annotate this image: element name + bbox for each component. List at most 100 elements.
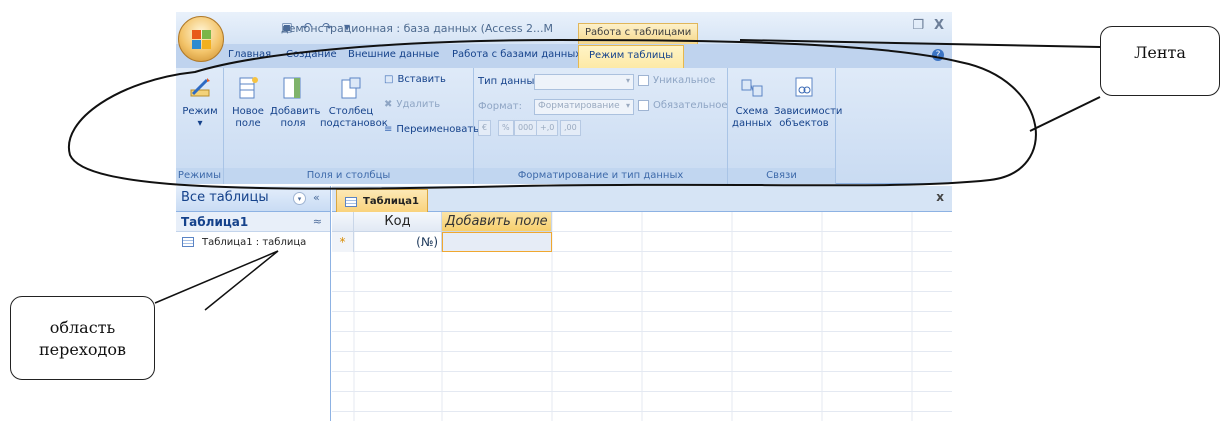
delete-button[interactable]: ✖ Удалить xyxy=(384,99,440,110)
title-bar: ▣ ↶ ↷ ▾ демонстрационная : база данных (… xyxy=(176,12,952,44)
chevron-down-icon: ▾ xyxy=(625,101,630,110)
group-views: Режим ▾ Режимы xyxy=(176,68,224,184)
rename-button[interactable]: ≡ Переименовать xyxy=(384,124,479,135)
table-icon xyxy=(345,196,357,207)
column-header-add-field[interactable]: Добавить поле xyxy=(442,212,552,232)
new-field-button[interactable]: Новое поле xyxy=(228,76,268,130)
nav-item-label: Таблица1 : таблица xyxy=(202,236,307,248)
group-fields-columns: Новое поле Добавить поля Столбец подстан… xyxy=(224,68,479,184)
nav-pane-callout: область переходов xyxy=(10,296,155,380)
cell-add-field[interactable] xyxy=(442,232,552,252)
add-fields-button[interactable]: Добавить поля xyxy=(270,76,321,130)
lookup-label-1: Столбец xyxy=(328,106,374,117)
navigation-pane: Все таблицы ▾ « Таблица1 ≈ Таблица1 : та… xyxy=(176,186,331,421)
dependencies-label-2: объектов xyxy=(779,118,829,129)
nav-group-collapse-icon: ≈ xyxy=(312,215,322,228)
schema-label-2: данных xyxy=(732,118,772,129)
delete-label: Удалить xyxy=(396,99,441,110)
new-field-label-2: поле xyxy=(235,118,261,129)
object-dependencies-button[interactable]: Зависимости объектов xyxy=(774,76,843,130)
insert-column-icon: □ xyxy=(384,74,394,85)
cell-code[interactable]: (№) xyxy=(354,232,442,252)
nav-menu-dropdown-icon[interactable]: ▾ xyxy=(293,192,306,205)
checkbox-box xyxy=(638,75,649,86)
tab-external-data[interactable]: Внешние данные xyxy=(348,49,439,60)
add-fields-label-1: Добавить xyxy=(270,106,321,117)
object-dependencies-icon xyxy=(793,76,815,100)
tab-datasheet[interactable]: Режим таблицы xyxy=(578,45,685,68)
office-logo-icon xyxy=(192,30,212,50)
view-button[interactable]: Режим ▾ xyxy=(180,76,220,130)
office-button[interactable] xyxy=(178,16,224,62)
insert-label: Вставить xyxy=(397,74,446,85)
ribbon: Режим ▾ Режимы Новое поле Добавить поля xyxy=(176,68,952,184)
chevron-down-icon: ▾ xyxy=(625,76,630,85)
group-relationships: Схема данных Зависимости объектов Связи xyxy=(728,68,843,184)
group-label-relationships: Связи xyxy=(728,168,835,184)
data-type-combo[interactable]: ▾ xyxy=(534,74,634,90)
group-label-views: Режимы xyxy=(176,168,223,184)
window-title: демонстрационная : база данных (Access 2… xyxy=(281,22,554,35)
ribbon-tabs: Главная Создание Внешние данные Работа с… xyxy=(176,44,952,68)
ribbon-pointer-line xyxy=(1029,96,1101,132)
ribbon-callout: Лента xyxy=(1100,26,1220,96)
required-checkbox[interactable]: Обязательное xyxy=(638,100,728,111)
tab-create[interactable]: Создание xyxy=(286,49,337,60)
group-label-formatting: Форматирование и тип данных xyxy=(474,168,727,184)
decrease-decimals-button[interactable]: ,00 xyxy=(560,120,581,136)
rename-label: Переименовать xyxy=(396,124,480,135)
new-record-marker[interactable]: * xyxy=(332,232,354,252)
group-label-fields-columns: Поля и столбцы xyxy=(224,168,473,184)
percent-format-button[interactable]: % xyxy=(498,120,514,136)
format-combo[interactable]: Форматирование ▾ xyxy=(534,99,634,115)
document-tab-table1[interactable]: Таблица1 xyxy=(336,189,429,213)
new-field-label-1: Новое xyxy=(232,106,264,117)
schema-label-1: Схема xyxy=(735,106,769,117)
view-design-icon xyxy=(189,76,211,100)
group-formatting: Тип данных: ▾ Формат: Форматирование ▾ Ун… xyxy=(474,68,728,184)
ribbon-callout-label: Лента xyxy=(1134,43,1186,62)
nav-callout-line-1: область xyxy=(49,318,116,337)
add-fields-icon xyxy=(282,76,304,100)
document-tabs: Таблица1 x xyxy=(332,186,952,213)
view-dropdown-icon: ▾ xyxy=(197,118,203,129)
delete-column-icon: ✖ xyxy=(384,99,393,110)
relationships-icon xyxy=(741,76,763,100)
row-selector-header[interactable] xyxy=(332,212,354,232)
restore-icon[interactable]: ❐ xyxy=(912,18,924,33)
increase-decimals-button[interactable]: +,0 xyxy=(536,120,559,136)
insert-button[interactable]: □ Вставить xyxy=(384,74,446,85)
lookup-column-icon xyxy=(340,76,362,100)
unique-label: Уникальное xyxy=(653,75,716,86)
context-tab-table-tools: Работа с таблицами xyxy=(578,23,699,44)
nav-group-title: Таблица1 xyxy=(181,215,249,229)
new-field-icon xyxy=(237,76,259,100)
datasheet-grid[interactable]: Код Добавить поле * (№) xyxy=(332,212,952,421)
nav-callout-line-2: переходов xyxy=(39,340,126,359)
checkbox-box xyxy=(638,100,649,111)
close-document-button[interactable]: x xyxy=(936,190,944,204)
column-header-code[interactable]: Код xyxy=(354,212,442,232)
dependencies-label-1: Зависимости xyxy=(774,106,843,117)
relationships-button[interactable]: Схема данных xyxy=(732,76,772,130)
required-label: Обязательное xyxy=(653,100,728,111)
help-icon[interactable]: ? xyxy=(932,49,944,61)
nav-group-header[interactable]: Таблица1 ≈ xyxy=(176,212,330,232)
nav-collapse-icon[interactable]: « xyxy=(313,191,320,204)
lookup-column-button[interactable]: Столбец подстановок xyxy=(320,76,388,130)
tab-home[interactable]: Главная xyxy=(228,49,271,60)
nav-header: Все таблицы ▾ « xyxy=(176,186,330,212)
format-label: Формат: xyxy=(478,101,522,112)
format-combo-value: Форматирование xyxy=(538,101,620,111)
add-fields-label-2: поля xyxy=(280,118,306,129)
thousands-format-button[interactable]: 000 xyxy=(514,120,538,136)
nav-item-table[interactable]: Таблица1 : таблица xyxy=(176,232,330,252)
tab-database-tools[interactable]: Работа с базами данных xyxy=(452,49,581,60)
view-button-label: Режим xyxy=(182,106,218,117)
access-window: ▣ ↶ ↷ ▾ демонстрационная : база данных (… xyxy=(176,12,952,421)
close-window-button[interactable]: X xyxy=(934,18,944,33)
nav-title[interactable]: Все таблицы xyxy=(181,190,269,205)
lookup-label-2: подстановок xyxy=(320,118,388,129)
currency-format-button[interactable]: € xyxy=(478,120,492,136)
unique-checkbox[interactable]: Уникальное xyxy=(638,75,715,86)
